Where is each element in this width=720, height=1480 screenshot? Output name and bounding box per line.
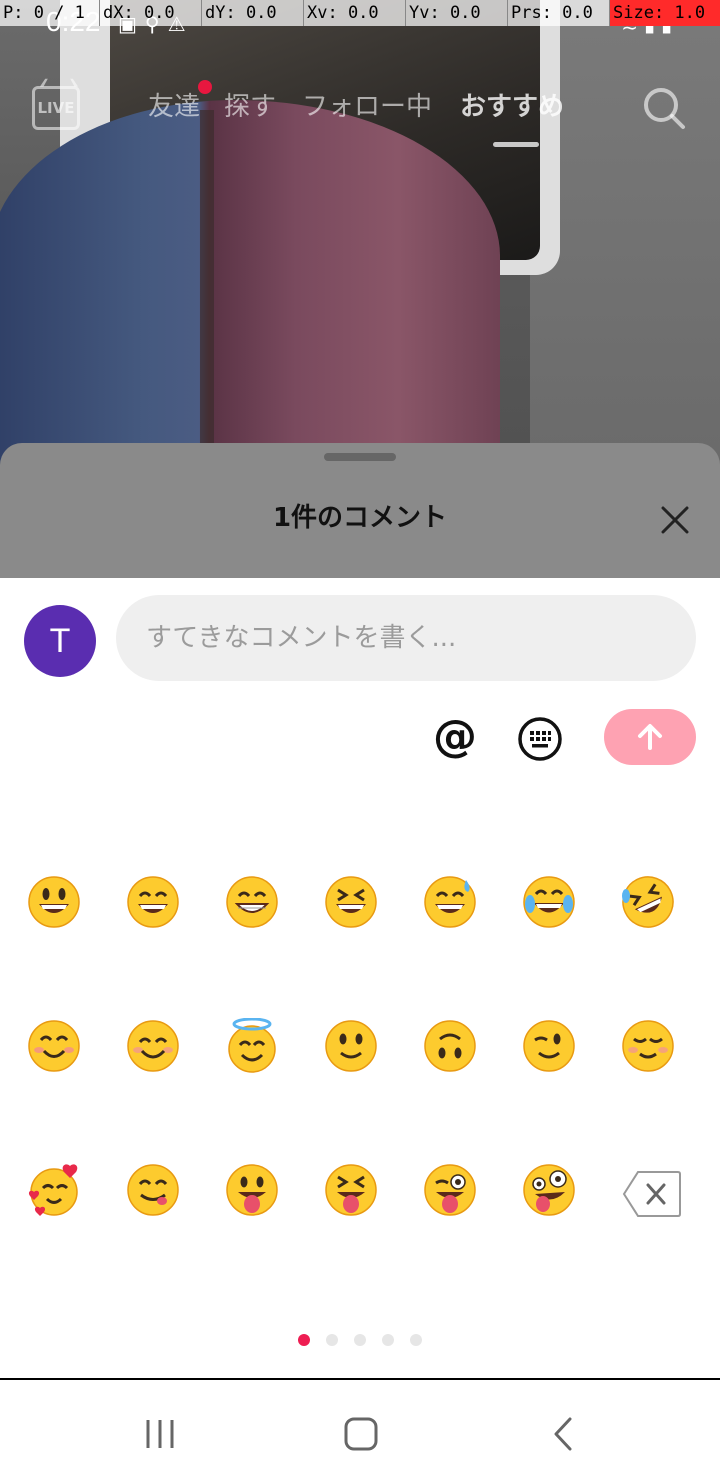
arrow-up-icon	[638, 724, 662, 750]
tab-for-you[interactable]: おすすめ	[460, 86, 564, 123]
tab-explore[interactable]: 探す	[224, 86, 276, 123]
comments-sheet-header: 1件のコメント	[0, 443, 720, 580]
debug-xv: Xv: 0.0	[304, 0, 406, 26]
emoji-grid	[0, 832, 720, 1272]
recent-apps-icon[interactable]	[130, 1410, 190, 1460]
comment-input[interactable]	[116, 595, 696, 681]
squinting-tongue-emoji[interactable]	[323, 1162, 379, 1218]
relieved-emoji[interactable]	[620, 1018, 676, 1074]
keyboard-icon[interactable]	[516, 715, 564, 763]
grinning-sweat-emoji[interactable]	[422, 874, 478, 930]
top-nav: LIVE 友達 探す フォロー中 おすすめ	[0, 80, 720, 150]
upside-down-emoji[interactable]	[422, 1018, 478, 1074]
slightly-smiling-emoji[interactable]	[323, 1018, 379, 1074]
close-icon[interactable]	[660, 505, 690, 535]
grinning-smiling-eyes-emoji[interactable]	[125, 874, 181, 930]
grinning-big-eyes-emoji[interactable]	[26, 874, 82, 930]
system-nav-bar	[0, 1380, 720, 1480]
debug-yv: Yv: 0.0	[406, 0, 508, 26]
drag-handle[interactable]	[324, 453, 396, 461]
tab-following[interactable]: フォロー中	[302, 86, 432, 123]
home-icon[interactable]	[330, 1410, 390, 1460]
page-dot-3[interactable]	[354, 1334, 366, 1346]
debug-prs: Prs: 0.0	[508, 0, 610, 26]
rolling-on-floor-laughing-emoji[interactable]	[620, 874, 676, 930]
comments-title: 1件のコメント	[272, 503, 448, 533]
debug-pointer: P: 0 / 1	[0, 0, 100, 26]
notification-dot	[198, 80, 212, 94]
debug-size: Size: 1.0	[610, 0, 720, 26]
active-tab-indicator	[493, 142, 539, 147]
live-icon[interactable]: LIVE	[32, 86, 80, 130]
comments-sheet-body: T @	[0, 578, 720, 1378]
page-dot-2[interactable]	[326, 1334, 338, 1346]
page-dot-4[interactable]	[382, 1334, 394, 1346]
smiling-eyes-emoji[interactable]	[125, 1018, 181, 1074]
tab-friends[interactable]: 友達	[148, 86, 200, 123]
send-button[interactable]	[604, 709, 696, 765]
tears-of-joy-emoji[interactable]	[521, 874, 577, 930]
zany-emoji[interactable]	[521, 1162, 577, 1218]
debug-dx: dX: 0.0	[100, 0, 202, 26]
back-icon[interactable]	[532, 1410, 592, 1460]
smiling-blush-emoji[interactable]	[26, 1018, 82, 1074]
page-dot-5[interactable]	[410, 1334, 422, 1346]
winking-tongue-emoji[interactable]	[422, 1162, 478, 1218]
search-icon[interactable]	[642, 86, 686, 130]
backspace-icon[interactable]	[622, 1169, 682, 1219]
beaming-grin-emoji[interactable]	[224, 874, 280, 930]
winking-emoji[interactable]	[521, 1018, 577, 1074]
hair-part	[200, 110, 214, 450]
grinning-squinting-emoji[interactable]	[323, 874, 379, 930]
savoring-food-emoji[interactable]	[125, 1162, 181, 1218]
mention-icon[interactable]: @	[432, 712, 478, 762]
emoji-page-indicator	[296, 1334, 436, 1346]
avatar: T	[24, 605, 96, 677]
tongue-out-emoji[interactable]	[224, 1162, 280, 1218]
pointer-location-overlay: P: 0 / 1 dX: 0.0 dY: 0.0 Xv: 0.0 Yv: 0.0…	[0, 0, 720, 26]
hearts-emoji[interactable]	[26, 1162, 82, 1218]
page-dot-1[interactable]	[298, 1334, 310, 1346]
halo-emoji[interactable]	[224, 1018, 280, 1074]
debug-dy: dY: 0.0	[202, 0, 304, 26]
